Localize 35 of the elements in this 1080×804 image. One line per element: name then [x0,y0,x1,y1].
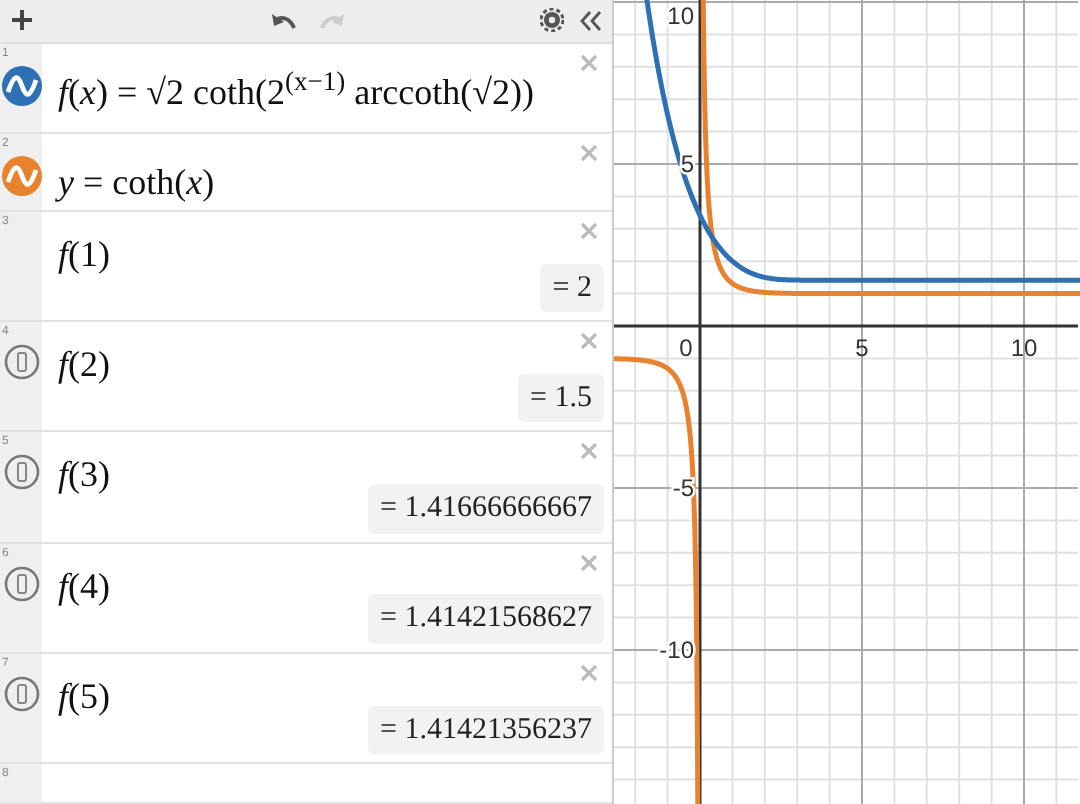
calculator-icon[interactable] [3,675,39,712]
axis-label: -10 [659,636,694,664]
close-icon[interactable] [580,442,598,461]
settings-icon[interactable] [540,8,564,33]
evaluation-result: = 1.41421568627 [368,594,604,644]
calculator-icon[interactable] [3,344,39,380]
close-icon[interactable] [580,144,598,163]
expression-input-field[interactable] [42,764,612,803]
evaluation-result: = 1.5 [518,373,604,423]
close-icon[interactable] [580,663,598,682]
collapse-icon[interactable] [580,9,602,32]
close-icon[interactable] [580,553,598,572]
undo-icon[interactable] [269,10,295,31]
graph-wave-icon[interactable] [1,156,41,197]
evaluation-result: = 1.41421356237 [368,705,604,755]
math-expression[interactable]: f(5) [58,669,111,724]
axis-label: 5 [855,334,869,362]
math-expression[interactable]: y = coth(x) [58,156,215,211]
math-expression[interactable]: f(1) [58,227,111,282]
math-expression[interactable]: f(3) [58,448,111,503]
axis-label: 10 [1010,334,1038,362]
graph-wave-icon[interactable] [1,65,41,106]
axis-label: 10 [667,2,694,30]
calculator-icon[interactable] [3,454,39,491]
close-icon[interactable] [580,221,598,240]
evaluation-result: = 1.41666666667 [368,484,604,534]
evaluation-result: = 2 [540,263,604,312]
close-icon[interactable] [580,53,598,72]
math-expression[interactable]: f(4) [58,559,111,614]
calculator-icon[interactable] [3,565,39,602]
axis-label: 0 [679,334,693,362]
math-expression[interactable]: f(2) [58,338,111,392]
plus-icon[interactable] [10,8,34,33]
axis-label: 5 [680,150,694,178]
close-icon[interactable] [580,332,598,350]
